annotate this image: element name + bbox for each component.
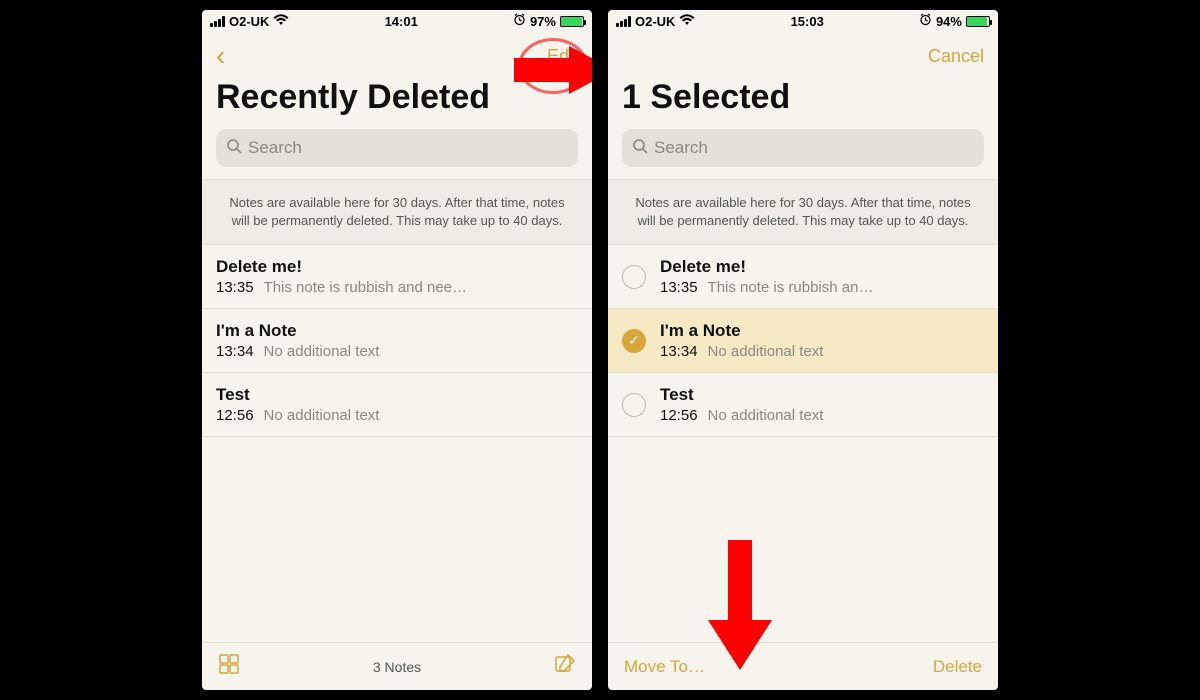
selection-radio[interactable] (622, 265, 646, 289)
page-title: 1 Selected (608, 76, 998, 129)
note-title: Delete me! (216, 257, 578, 277)
nav-bar: Cancel (608, 32, 998, 76)
note-time: 13:34 (216, 343, 254, 360)
status-bar: O2-UK 14:01 97% (202, 10, 592, 32)
search-input[interactable]: Search (622, 129, 984, 167)
carrier-label: O2-UK (229, 14, 269, 29)
delete-button[interactable]: Delete (933, 657, 982, 677)
nav-bar: ‹ Edit (202, 32, 592, 76)
notes-list: Delete me! 13:35 This note is rubbish an…… (608, 245, 998, 642)
info-banner: Notes are available here for 30 days. Af… (202, 179, 592, 245)
battery-pct: 94% (936, 14, 962, 29)
list-item[interactable]: Test 12:56 No additional text (202, 373, 592, 437)
list-item[interactable]: Delete me! 13:35 This note is rubbish an… (608, 245, 998, 309)
signal-icon (616, 16, 631, 27)
notes-list: Delete me! 13:35 This note is rubbish and… (202, 245, 592, 642)
search-icon (226, 138, 242, 159)
toolbar: 3 Notes (202, 642, 592, 690)
battery-icon (560, 16, 584, 27)
back-button[interactable]: ‹ (216, 42, 225, 70)
clock: 15:03 (791, 14, 824, 29)
phone-right: O2-UK 15:03 94% Cancel 1 Selected Search… (608, 10, 998, 690)
signal-icon (210, 16, 225, 27)
status-bar: O2-UK 15:03 94% (608, 10, 998, 32)
note-time: 12:56 (216, 407, 254, 424)
note-title: I'm a Note (216, 321, 578, 341)
search-placeholder: Search (248, 138, 302, 158)
wifi-icon (273, 14, 289, 29)
notes-count: 3 Notes (240, 659, 554, 675)
cancel-button[interactable]: Cancel (928, 46, 984, 67)
list-item[interactable]: Delete me! 13:35 This note is rubbish and… (202, 245, 592, 309)
battery-icon (966, 16, 990, 27)
battery-pct: 97% (530, 14, 556, 29)
alarm-icon (513, 13, 526, 29)
alarm-icon (919, 13, 932, 29)
note-title: I'm a Note (660, 321, 984, 341)
search-icon (632, 138, 648, 159)
selection-radio[interactable] (622, 393, 646, 417)
note-preview: No additional text (708, 407, 984, 424)
wifi-icon (679, 14, 695, 29)
info-banner: Notes are available here for 30 days. Af… (608, 179, 998, 245)
selection-radio-checked[interactable]: ✓ (622, 329, 646, 353)
list-item[interactable]: Test 12:56 No additional text (608, 373, 998, 437)
list-item[interactable]: I'm a Note 13:34 No additional text (202, 309, 592, 373)
edit-button[interactable]: Edit (547, 46, 578, 67)
move-to-button[interactable]: Move To… (624, 657, 705, 677)
list-item[interactable]: ✓ I'm a Note 13:34 No additional text (608, 309, 998, 373)
carrier-label: O2-UK (635, 14, 675, 29)
page-title: Recently Deleted (202, 76, 592, 129)
note-time: 13:34 (660, 343, 698, 360)
phone-left: O2-UK 14:01 97% ‹ Edit Recently Deleted … (202, 10, 592, 690)
note-preview: No additional text (708, 343, 984, 360)
search-input[interactable]: Search (216, 129, 578, 167)
note-title: Test (216, 385, 578, 405)
note-time: 13:35 (660, 279, 698, 296)
search-placeholder: Search (654, 138, 708, 158)
toolbar: Move To… Delete (608, 642, 998, 690)
note-preview: This note is rubbish and nee… (264, 279, 578, 296)
note-time: 13:35 (216, 279, 254, 296)
note-time: 12:56 (660, 407, 698, 424)
grid-view-button[interactable] (218, 653, 240, 681)
note-preview: This note is rubbish an… (708, 279, 984, 296)
clock: 14:01 (385, 14, 418, 29)
note-title: Delete me! (660, 257, 984, 277)
note-preview: No additional text (264, 407, 578, 424)
compose-button[interactable] (554, 653, 576, 681)
note-preview: No additional text (264, 343, 578, 360)
note-title: Test (660, 385, 984, 405)
